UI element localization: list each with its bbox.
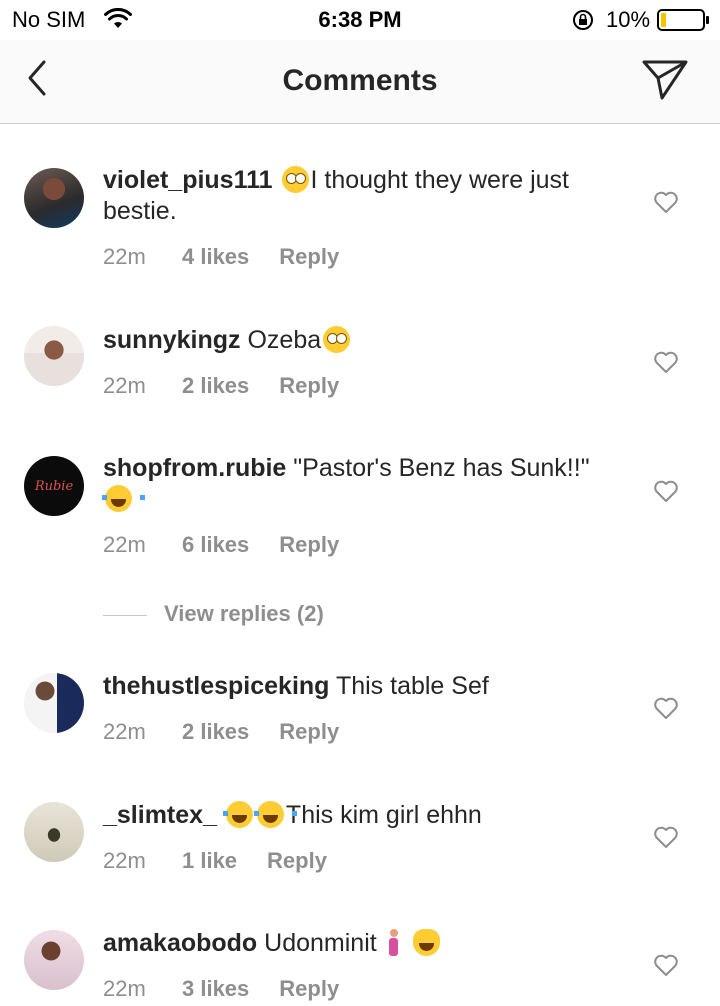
avatar[interactable] (24, 673, 84, 733)
avatar-logo-text: Rubie (34, 478, 74, 494)
comment-likes[interactable]: 2 likes (182, 373, 249, 399)
comment-text: shopfrom.rubie "Pastor's Benz has Sunk!!… (102, 453, 603, 515)
comment-message: "Pastor's Benz has Sunk!!" (293, 454, 590, 482)
avatar[interactable] (24, 930, 84, 990)
comment-text: violet_pius111 I thought they were just … (103, 165, 603, 227)
avatar[interactable] (24, 326, 84, 386)
reply-button[interactable]: Reply (279, 976, 339, 1002)
comment-time: 22m (103, 719, 146, 744)
comment-username[interactable]: amakaobodo (103, 929, 257, 957)
rolling-eyes-emoji-icon (281, 166, 309, 193)
divider-line (103, 615, 147, 616)
paper-plane-icon[interactable] (640, 56, 690, 102)
woman-walking-emoji-icon (386, 929, 402, 956)
heart-icon[interactable] (653, 953, 679, 977)
comment-likes[interactable]: 3 likes (182, 976, 249, 1002)
comment-meta: 22m 2 likes Reply (103, 373, 339, 399)
view-replies-button[interactable]: View replies (2) (103, 601, 403, 631)
comment-message: Ozeba (247, 326, 322, 354)
orientation-lock-icon (573, 10, 593, 30)
comment-time: 22m (103, 976, 146, 1001)
comment-meta: 22m 2 likes Reply (103, 719, 339, 745)
comment-message: Udonminit (264, 929, 377, 957)
comment-meta: 22m 1 like Reply (103, 848, 327, 874)
cat-tears-of-joy-emoji-icon (412, 929, 440, 956)
heart-icon[interactable] (653, 350, 679, 374)
comment-text: sunnykingz Ozeba (103, 325, 603, 356)
comment-message: This kim girl ehhn (285, 801, 482, 829)
reply-button[interactable]: Reply (279, 244, 339, 270)
comment-text: amakaobodo Udonminit (103, 928, 603, 959)
reply-button[interactable]: Reply (279, 532, 339, 558)
comment-username[interactable]: violet_pius111 (103, 166, 273, 194)
avatar[interactable] (24, 802, 84, 862)
comment-likes[interactable]: 1 like (182, 848, 237, 874)
view-replies-label[interactable]: View replies (2) (164, 601, 324, 627)
comment-likes[interactable]: 4 likes (182, 244, 249, 270)
comment-username[interactable]: shopfrom.rubie (103, 454, 286, 482)
comment-text: _slimtex_ This kim girl ehhn (103, 800, 603, 831)
reply-button[interactable]: Reply (279, 719, 339, 745)
comment-username[interactable]: thehustlespiceking (103, 672, 329, 700)
comment-username[interactable]: _slimtex_ (103, 801, 217, 829)
heart-icon[interactable] (653, 190, 679, 214)
navigation-bar: Comments (0, 40, 720, 124)
comment-meta: 22m 6 likes Reply (103, 532, 339, 558)
comment-likes[interactable]: 6 likes (182, 532, 249, 558)
comment-time: 22m (103, 848, 146, 873)
battery-icon (657, 9, 709, 31)
rolling-eyes-emoji-icon (323, 326, 351, 353)
comment-likes[interactable]: 2 likes (182, 719, 249, 745)
avatar[interactable]: Rubie (24, 456, 84, 516)
comment-time: 22m (103, 244, 146, 269)
page-title: Comments (282, 64, 438, 97)
comment-username[interactable]: sunnykingz (103, 326, 241, 354)
comment-meta: 22m 3 likes Reply (103, 976, 339, 1002)
tears-of-joy-emoji-icon (253, 801, 297, 828)
tears-of-joy-emoji-icon (102, 485, 145, 512)
battery-percentage: 10% (606, 7, 651, 32)
reply-button[interactable]: Reply (279, 373, 339, 399)
heart-icon[interactable] (653, 696, 679, 720)
tears-of-joy-emoji-icon (222, 801, 266, 828)
heart-icon[interactable] (653, 825, 679, 849)
comment-time: 22m (103, 532, 146, 557)
comment-text: thehustlespiceking This table Sef (103, 671, 603, 702)
avatar[interactable] (24, 168, 84, 228)
reply-button[interactable]: Reply (267, 848, 327, 874)
comment-meta: 22m 4 likes Reply (103, 244, 339, 270)
comment-time: 22m (103, 373, 146, 398)
heart-icon[interactable] (653, 479, 679, 503)
comment-message: This table Sef (335, 672, 489, 700)
status-bar: No SIM 6:38 PM 10% (0, 0, 720, 40)
